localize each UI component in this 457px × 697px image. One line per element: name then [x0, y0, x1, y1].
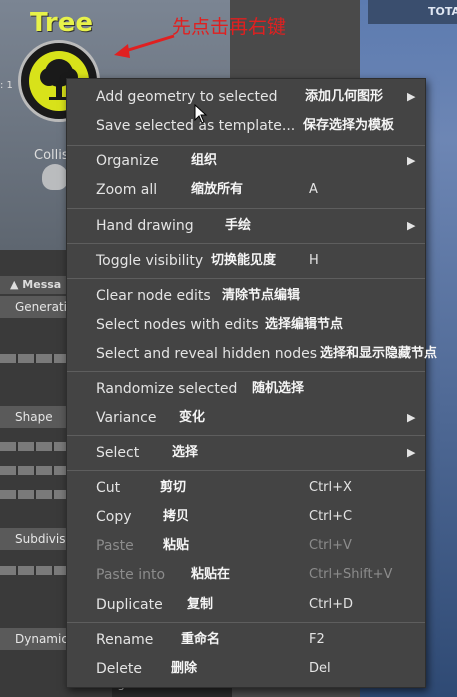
menu-item-translation: 保存选择为模板 — [303, 118, 395, 133]
menu-item-shortcut: Ctrl+V — [309, 538, 352, 553]
submenu-arrow-icon: ▶ — [407, 154, 416, 167]
annotation-arrow-icon — [114, 34, 175, 58]
menu-separator — [67, 435, 425, 436]
menu-item-label: Copy — [96, 509, 132, 525]
tab-total[interactable]: TOTA — [368, 0, 457, 24]
submenu-arrow-icon: ▶ — [407, 446, 416, 459]
messages-label: Messa — [22, 278, 62, 291]
menu-item-translation: 删除 — [171, 661, 198, 676]
menu-item-translation: 粘贴 — [163, 538, 190, 553]
menu-item-delete[interactable]: Delete 删除 Del — [67, 657, 425, 681]
menu-item-select-nodes-with-edits[interactable]: Select nodes with edits 选择编辑节点 — [67, 313, 425, 337]
submenu-arrow-icon: ▶ — [407, 411, 416, 424]
menu-item-copy[interactable]: Copy 拷贝 Ctrl+C — [67, 505, 425, 529]
menu-item-save-template[interactable]: Save selected as template... 保存选择为模板 — [67, 114, 425, 138]
menu-item-label: Select and reveal hidden nodes — [96, 346, 318, 362]
menu-separator — [67, 208, 425, 209]
menu-item-paste-into[interactable]: Paste into 粘贴在 Ctrl+Shift+V — [67, 563, 425, 587]
menu-item-shortcut: H — [309, 253, 319, 268]
menu-item-label: Delete — [96, 661, 142, 677]
menu-item-label: Add geometry to selected — [96, 89, 278, 105]
menu-item-translation: 重命名 — [181, 632, 221, 647]
menu-separator — [67, 371, 425, 372]
menu-item-translation: 添加几何图形 — [305, 89, 384, 104]
collision-icon — [42, 164, 68, 190]
menu-item-duplicate[interactable]: Duplicate 复制 Ctrl+D — [67, 593, 425, 617]
annotation-text: 先点击再右键 — [172, 16, 287, 38]
menu-item-label: Hand drawing — [96, 218, 194, 234]
submenu-arrow-icon: ▶ — [407, 90, 416, 103]
side-label-dynamic[interactable]: Dynamic L — [0, 628, 66, 650]
menu-item-label: Cut — [96, 480, 121, 496]
menu-item-label: Toggle visibility — [96, 253, 204, 269]
menu-separator — [67, 145, 425, 146]
context-menu: Add geometry to selected 添加几何图形 ▶ Save s… — [66, 78, 437, 688]
menu-item-translation: 拷贝 — [163, 509, 190, 524]
menu-item-translation: 组织 — [191, 153, 218, 168]
menu-item-hand-drawing[interactable]: Hand drawing 手绘 ▶ — [67, 214, 425, 238]
menu-item-shortcut: F2 — [309, 632, 325, 647]
menu-item-label: Duplicate — [96, 597, 163, 613]
menu-item-variance[interactable]: Variance 变化 ▶ — [67, 406, 425, 430]
side-label-shape[interactable]: Shape — [0, 406, 66, 428]
side-slider[interactable] — [0, 490, 66, 499]
menu-separator — [67, 278, 425, 279]
submenu-arrow-icon: ▶ — [407, 219, 416, 232]
menu-separator — [67, 243, 425, 244]
menu-item-shortcut: Ctrl+Shift+V — [309, 567, 393, 582]
menu-item-shortcut: Ctrl+D — [309, 597, 354, 612]
menu-item-translation: 随机选择 — [252, 381, 305, 396]
mouse-cursor-icon — [194, 104, 208, 124]
menu-separator — [67, 470, 425, 471]
menu-item-shortcut: Del — [309, 661, 331, 676]
menu-item-translation: 切换能见度 — [211, 253, 277, 268]
menu-item-translation: 复制 — [187, 597, 214, 612]
menu-item-zoom-all[interactable]: Zoom all 缩放所有 A — [67, 178, 425, 202]
menu-item-label: Randomize selected — [96, 381, 238, 397]
menu-item-select-reveal-hidden[interactable]: Select and reveal hidden nodes 选择和显示隐藏节点 — [67, 342, 437, 366]
side-label-subdivision[interactable]: Subdivisi — [0, 528, 66, 550]
menu-item-label: Zoom all — [96, 182, 158, 198]
menu-item-translation: 清除节点编辑 — [222, 288, 301, 303]
menu-item-label: Paste into — [96, 567, 166, 583]
menu-item-add-geometry[interactable]: Add geometry to selected 添加几何图形 ▶ — [67, 85, 425, 109]
menu-item-shortcut: A — [309, 182, 318, 197]
menu-item-label: Select nodes with edits — [96, 317, 259, 333]
side-slider[interactable] — [0, 442, 66, 451]
menu-item-paste[interactable]: Paste 粘贴 Ctrl+V — [67, 534, 425, 558]
menu-item-label: Organize — [96, 153, 159, 169]
menu-item-translation: 粘贴在 — [191, 567, 231, 582]
side-label-generation[interactable]: Generati — [0, 296, 66, 318]
menu-item-translation: 变化 — [179, 410, 206, 425]
menu-separator — [67, 622, 425, 623]
collision-label: Collis — [34, 148, 69, 163]
side-slider[interactable] — [0, 566, 66, 575]
menu-item-clear-node-edits[interactable]: Clear node edits 清除节点编辑 — [67, 284, 425, 308]
menu-item-translation: 选择编辑节点 — [265, 317, 344, 332]
menu-item-cut[interactable]: Cut 剪切 Ctrl+X — [67, 476, 425, 500]
menu-item-shortcut: Ctrl+C — [309, 509, 353, 524]
menu-item-label: Rename — [96, 632, 154, 648]
menu-item-translation: 选择和显示隐藏节点 — [320, 346, 438, 361]
menu-item-rename[interactable]: Rename 重命名 F2 — [67, 628, 425, 652]
menu-item-label: Clear node edits — [96, 288, 211, 304]
menu-item-shortcut: Ctrl+X — [309, 480, 352, 495]
side-slider[interactable] — [0, 354, 66, 363]
node-coord: : 1 — [0, 80, 13, 91]
menu-item-translation: 剪切 — [160, 480, 187, 495]
menu-item-translation: 手绘 — [225, 218, 252, 233]
menu-item-organize[interactable]: Organize 组织 ▶ — [67, 149, 425, 173]
menu-item-toggle-visibility[interactable]: Toggle visibility 切换能见度 H — [67, 249, 425, 273]
menu-item-translation: 缩放所有 — [191, 182, 244, 197]
node-title: Tree — [30, 8, 93, 38]
side-slider[interactable] — [0, 466, 66, 475]
menu-item-translation: 选择 — [172, 445, 199, 460]
menu-item-label: Select — [96, 445, 140, 461]
menu-item-randomize-selected[interactable]: Randomize selected 随机选择 — [67, 377, 425, 401]
menu-item-label: Variance — [96, 410, 157, 426]
menu-item-label: Paste — [96, 538, 134, 554]
collapse-icon[interactable]: ▲ — [10, 278, 22, 291]
menu-item-select[interactable]: Select 选择 ▶ — [67, 441, 425, 465]
